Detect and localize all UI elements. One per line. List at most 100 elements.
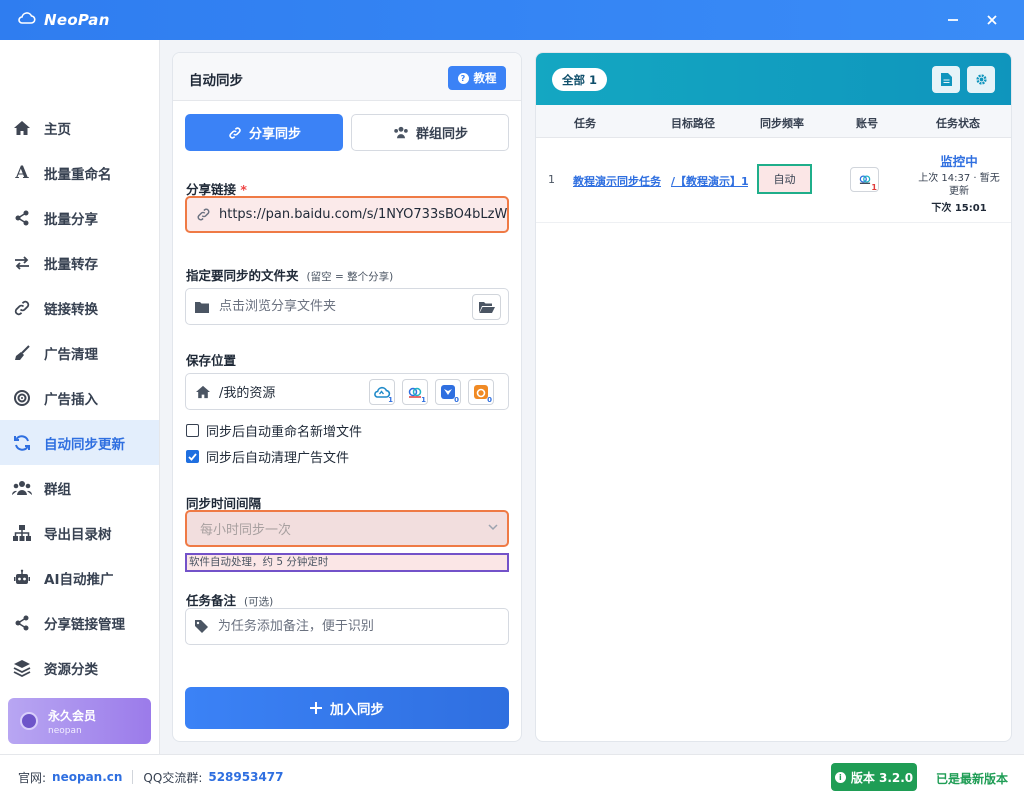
sidebar-item-resource-category[interactable]: 资源分类 bbox=[0, 645, 159, 690]
version-status: 已是最新版本 bbox=[936, 772, 1009, 786]
version-label: 版本 3.2.0 bbox=[850, 770, 914, 785]
target-path-link[interactable]: /【教程演示】1 bbox=[671, 175, 748, 188]
save-path: /我的资源 bbox=[219, 386, 276, 401]
frequency-tag[interactable]: 自动 bbox=[757, 164, 812, 194]
tag-icon bbox=[195, 620, 210, 633]
share-icon bbox=[12, 208, 32, 228]
sidebar-item-label: 广告插入 bbox=[44, 391, 98, 408]
last-run-text: 上次 14:37 · 暂无更新 bbox=[918, 173, 1000, 197]
browse-folder-button[interactable] bbox=[472, 294, 501, 320]
qq-label: QQ交流群: bbox=[143, 770, 203, 785]
sidebar-item-home[interactable]: 主页 bbox=[0, 105, 159, 150]
log-button[interactable] bbox=[932, 66, 960, 93]
task-name-link[interactable]: 教程演示同步任务 bbox=[573, 173, 661, 189]
column-account: 账号 bbox=[856, 117, 878, 130]
app-logo: NeoPan bbox=[18, 11, 110, 29]
add-sync-label: 加入同步 bbox=[330, 702, 384, 718]
sync-form-panel: 自动同步 ? 教程 分享同步 群组同步 分享链接 * 指定要同步的文件夹(留空 … bbox=[172, 52, 522, 742]
qq-group-link[interactable]: 528953477 bbox=[208, 770, 283, 784]
auto-clean-checkbox[interactable]: 同步后自动清理广告文件 bbox=[186, 447, 349, 466]
version-button[interactable]: i 版本 3.2.0 bbox=[831, 763, 917, 791]
sidebar-item-link-convert[interactable]: 链接转换 bbox=[0, 285, 159, 330]
sidebar-item-batch-transfer[interactable]: 批量转存 bbox=[0, 240, 159, 285]
robot-icon bbox=[12, 568, 32, 588]
site-label: 官网: bbox=[18, 770, 47, 785]
sidebar-item-ai-promote[interactable]: AI自动推广 bbox=[0, 555, 159, 600]
sidebar-item-export-tree[interactable]: 导出目录树 bbox=[0, 510, 159, 555]
tasks-header: 全部 1 bbox=[536, 53, 1011, 105]
auto-rename-checkbox[interactable]: 同步后自动重命名新增文件 bbox=[186, 421, 362, 440]
sidebar-item-ad-clean[interactable]: 广告清理 bbox=[0, 330, 159, 375]
remark-label: 任务备注 (可选) bbox=[186, 593, 274, 608]
question-icon: ? bbox=[457, 72, 469, 84]
sidebar-item-batch-rename[interactable]: A 批量重命名 bbox=[0, 150, 159, 195]
tutorial-button[interactable]: ? 教程 bbox=[448, 66, 506, 90]
sitemap-icon bbox=[12, 523, 32, 543]
cloud-logo-icon bbox=[18, 11, 36, 29]
bird-cloud-button[interactable]: 0 bbox=[435, 379, 461, 405]
sidebar-item-label: 资源分类 bbox=[44, 661, 98, 678]
share-icon bbox=[12, 613, 32, 633]
folder-field[interactable] bbox=[185, 288, 509, 325]
close-button[interactable] bbox=[980, 8, 1004, 32]
filter-all-pill[interactable]: 全部 1 bbox=[552, 68, 607, 91]
home-icon bbox=[195, 385, 211, 399]
sidebar-item-groups[interactable]: 群组 bbox=[0, 465, 159, 510]
broom-icon bbox=[12, 343, 32, 363]
share-link-input[interactable] bbox=[219, 207, 507, 222]
uc-cloud-button[interactable]: 0 bbox=[468, 379, 494, 405]
sidebar-item-label: 群组 bbox=[44, 481, 71, 498]
sidebar-item-batch-share[interactable]: 批量分享 bbox=[0, 195, 159, 240]
save-location-label: 保存位置 bbox=[186, 353, 237, 368]
chevron-down-icon bbox=[488, 524, 498, 531]
cloud-a-button[interactable]: 1 bbox=[369, 379, 395, 405]
link-icon bbox=[196, 207, 211, 222]
title-bar: NeoPan bbox=[0, 0, 1024, 40]
add-sync-button[interactable]: 加入同步 bbox=[185, 687, 509, 729]
checkbox-checked[interactable] bbox=[186, 450, 199, 463]
sidebar-item-auto-sync[interactable]: 自动同步更新 bbox=[0, 420, 159, 465]
remark-input[interactable] bbox=[217, 619, 508, 634]
tasks-panel: 全部 1 任务 目标路径 同步频率 账号 任务状态 1 教程演示同步任务 /【教… bbox=[535, 52, 1012, 742]
status-text: 监控中 bbox=[940, 154, 978, 169]
remark-field[interactable] bbox=[185, 608, 509, 645]
column-frequency: 同步频率 bbox=[760, 117, 804, 130]
layers-icon bbox=[12, 658, 32, 678]
share-link-field[interactable] bbox=[185, 196, 509, 233]
settings-button[interactable] bbox=[967, 66, 995, 93]
sidebar-item-label: 分享链接管理 bbox=[44, 616, 125, 633]
sidebar-item-ad-insert[interactable]: 广告插入 bbox=[0, 375, 159, 420]
folder-open-icon bbox=[478, 301, 495, 313]
sidebar-item-label: 批量分享 bbox=[44, 211, 98, 228]
interval-select[interactable]: 每小时同步一次 bbox=[185, 510, 509, 547]
sidebar-item-share-link-manage[interactable]: 分享链接管理 bbox=[0, 600, 159, 645]
minimize-button[interactable] bbox=[941, 8, 965, 32]
tab-label: 群组同步 bbox=[415, 127, 468, 142]
home-icon bbox=[12, 118, 32, 138]
vip-card[interactable]: 永久会员 neopan bbox=[8, 698, 151, 744]
tutorial-label: 教程 bbox=[473, 71, 497, 85]
minimize-icon bbox=[948, 19, 958, 21]
task-status: 监控中 上次 14:37 · 暂无更新 下次 15:01 bbox=[914, 151, 1004, 214]
gear-icon bbox=[975, 74, 987, 85]
table-row[interactable]: 1 教程演示同步任务 /【教程演示】1 自动 1 监控中 上次 14:37 · … bbox=[536, 139, 1011, 223]
tab-label: 分享同步 bbox=[248, 127, 301, 142]
next-run-text: 下次 15:01 bbox=[931, 203, 987, 214]
sidebar-item-label: 导出目录树 bbox=[44, 526, 112, 543]
info-icon: i bbox=[834, 771, 846, 783]
checkbox-label: 同步后自动重命名新增文件 bbox=[206, 425, 363, 440]
baidu-cloud-button[interactable]: 1 bbox=[402, 379, 428, 405]
tab-group-sync[interactable]: 群组同步 bbox=[351, 114, 509, 151]
panel-title: 自动同步 bbox=[189, 73, 243, 89]
save-location-field[interactable]: /我的资源 1 1 0 0 bbox=[185, 373, 509, 410]
sync-icon bbox=[12, 433, 32, 453]
sidebar-item-label: 批量转存 bbox=[44, 256, 98, 273]
account-button[interactable]: 1 bbox=[850, 167, 879, 192]
swap-arrows-icon bbox=[12, 253, 32, 273]
column-target-path: 目标路径 bbox=[671, 117, 715, 130]
folder-input[interactable] bbox=[219, 299, 469, 314]
site-link[interactable]: neopan.cn bbox=[52, 770, 122, 784]
tab-share-sync[interactable]: 分享同步 bbox=[185, 114, 343, 151]
plus-icon bbox=[310, 702, 322, 714]
checkbox-unchecked[interactable] bbox=[186, 424, 199, 437]
